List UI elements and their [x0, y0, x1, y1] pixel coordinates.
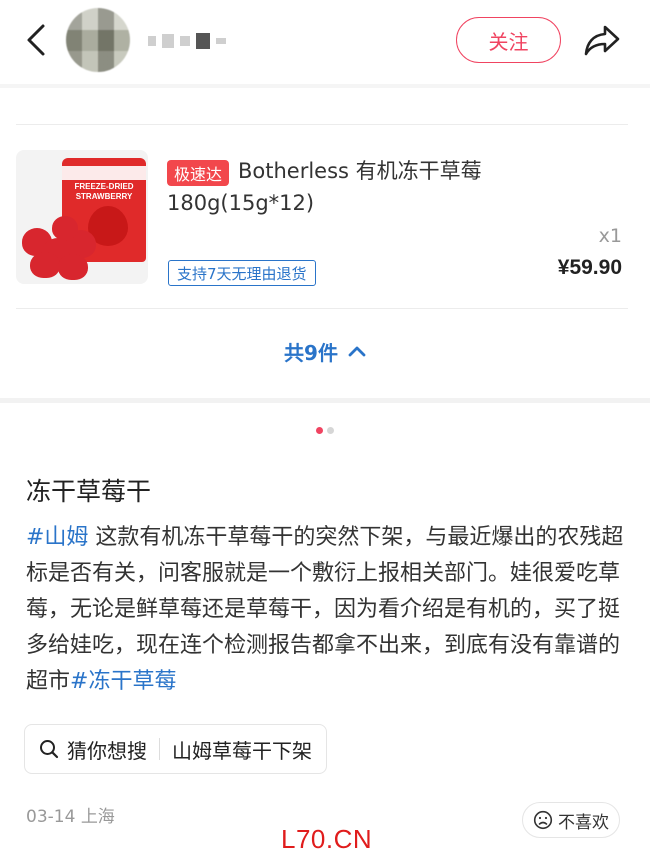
fast-delivery-badge: 极速达: [167, 160, 230, 186]
author-name-blurred[interactable]: [148, 30, 226, 52]
hashtag-link[interactable]: #山姆: [26, 525, 88, 550]
order-total-label: 共9件: [284, 340, 338, 365]
post-body: #山姆 这款有机冻干草莓干的突然下架，与最近爆出的农残超标是否有关，问客服就是一…: [26, 520, 632, 700]
share-button[interactable]: [580, 20, 624, 60]
package-label: FREEZE-DRIED STRAWBERRY: [74, 182, 134, 201]
card-top-divider: [16, 124, 628, 125]
frown-face-icon: [533, 810, 553, 830]
product-title: Botherless 有机冻干草莓: [238, 159, 482, 183]
hashtag-link[interactable]: #冻干草莓: [70, 669, 176, 694]
post-title: 冻干草莓干: [26, 477, 152, 506]
order-total-toggle[interactable]: 共9件: [0, 318, 650, 384]
guess-separator: [159, 738, 160, 760]
product-image: FREEZE-DRIED STRAWBERRY: [16, 150, 148, 284]
top-bar: 关注: [0, 0, 650, 84]
product-spec: 180g(15g*12): [167, 191, 315, 215]
chevron-up-icon: [348, 346, 366, 357]
section-divider: [0, 398, 650, 403]
post-location: 上海: [80, 807, 115, 827]
carousel-indicator: [0, 427, 650, 439]
return-policy-tag: 支持7天无理由退货: [168, 260, 316, 286]
guess-query: 山姆草莓干下架: [172, 738, 312, 763]
search-icon: [40, 740, 59, 759]
guess-label: 猜你想搜: [67, 738, 147, 763]
follow-button[interactable]: 关注: [456, 17, 561, 63]
card-bottom-divider: [16, 308, 628, 309]
author-avatar[interactable]: [66, 8, 130, 72]
share-arrow-icon: [584, 25, 620, 56]
dislike-label: 不喜欢: [558, 812, 609, 833]
order-product-card: FREEZE-DRIED STRAWBERRY 极速达 Botherless 有…: [0, 88, 650, 398]
carousel-dot-active[interactable]: [316, 427, 323, 434]
watermark: L70.CN: [281, 824, 373, 854]
chevron-left-icon: [27, 24, 45, 56]
post-meta: 03-14 上海: [26, 802, 115, 827]
carousel-dot[interactable]: [327, 427, 334, 434]
back-button[interactable]: [18, 20, 54, 60]
post-date: 03-14: [26, 807, 76, 827]
related-search-chip[interactable]: 猜你想搜 山姆草莓干下架: [24, 724, 327, 774]
dislike-button[interactable]: 不喜欢: [522, 802, 620, 838]
product-quantity: x1: [598, 225, 622, 247]
product-price: ¥59.90: [557, 256, 622, 279]
